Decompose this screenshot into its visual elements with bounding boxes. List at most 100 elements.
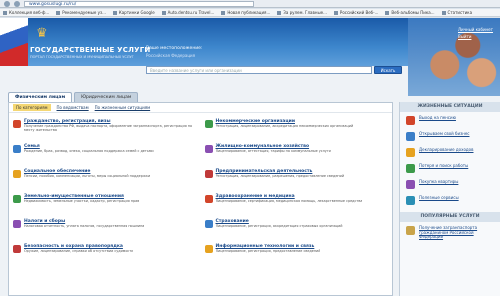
life-situation-icon <box>406 196 415 205</box>
category-item[interactable]: Страхование Лицензирование, регистрация, … <box>204 219 389 241</box>
bookmark-item[interactable]: Коллекция веб-ф... <box>3 10 49 15</box>
forward-icon[interactable] <box>14 0 20 7</box>
audience-tabs: Физическим лицам Юридическим лицам <box>8 92 139 102</box>
bookmark-icon <box>221 11 226 15</box>
bookmarks-bar: Коллекция веб-ф... Рекомендуемые уз... Кар… <box>0 9 500 17</box>
category-item[interactable]: Жилищно-коммунальное хозяйство Лицензиров… <box>204 144 389 166</box>
category-description: Оружие, лицензирование, справки об отсут… <box>24 249 134 253</box>
url-input[interactable]: www.gosuslugi.ru/ru/ <box>24 0 254 7</box>
category-item[interactable]: Предпринимательская деятельность Регистра… <box>204 169 389 191</box>
catalog-panel: По категориям По ведомствам По жизненным… <box>8 102 393 296</box>
life-situation-item[interactable]: Декларирование доходов <box>400 144 500 160</box>
bookmark-icon <box>333 11 338 15</box>
bookmark-item[interactable]: Статистика <box>441 10 473 15</box>
category-description: Рождение, брак, развод, опека, социальна… <box>24 149 154 153</box>
category-icon <box>204 145 213 153</box>
bookmark-label: Статистика <box>447 10 473 15</box>
life-situation-label: Открываем свой бизнес <box>419 131 470 136</box>
category-description: Пенсии, пособия, компенсации, льготы, ме… <box>24 174 151 178</box>
life-situation-item[interactable]: Полезные сервисы <box>400 192 500 208</box>
category-icon <box>204 245 213 253</box>
search-input[interactable]: Введите название услуги или организации <box>146 66 372 74</box>
category-description: Лицензирование, регистрация, предоставле… <box>215 249 321 253</box>
life-situation-label: Полезные сервисы <box>419 195 459 200</box>
category-item[interactable]: Информационные технологии и связь Лицензи… <box>204 244 389 266</box>
bookmark-item[interactable]: Рекомендуемые уз... <box>56 10 106 15</box>
category-item[interactable]: Некоммерческие организации Регистрация, л… <box>204 119 389 141</box>
category-item[interactable]: Безопасность и охрана правопорядка Оружие… <box>13 244 197 266</box>
category-item[interactable]: Социальное обеспечение Пенсии, пособия, к… <box>13 169 197 191</box>
category-icon <box>13 220 21 228</box>
life-situation-item[interactable]: Выход на пенсию <box>400 112 500 128</box>
bookmark-item[interactable]: Веб-альбомы Пика... <box>385 10 435 15</box>
category-item[interactable]: Земельно-имущественные отношения Недвижим… <box>13 194 197 216</box>
category-column-left: Гражданство, регистрация, визы Получение … <box>13 119 197 269</box>
bookmark-label: Новая публикация... <box>227 10 271 15</box>
site-header: ♛ ГОСУДАРСТВЕННЫЕ УСЛУГИ ПОРТАЛ ГОСУДАРС… <box>0 18 500 96</box>
category-description: Недвижимость, земельные участки, кадастр… <box>24 199 140 203</box>
life-situation-item[interactable]: Потеря и поиск работы <box>400 160 500 176</box>
bookmark-item[interactable]: За рулем. Главные... <box>277 10 327 15</box>
category-item[interactable]: Семья Рождение, брак, развод, опека, соци… <box>13 144 197 166</box>
back-icon[interactable] <box>4 0 10 7</box>
category-item[interactable]: Здравоохранение и медицина Лицензирование… <box>204 194 389 216</box>
document-icon <box>406 226 415 235</box>
life-situation-item[interactable]: Открываем свой бизнес <box>400 128 500 144</box>
bookmark-icon <box>277 11 282 15</box>
emblem-icon: ♛ <box>36 26 48 41</box>
bookmark-icon <box>385 11 390 15</box>
category-description: Налоговая отчетность, уплата налогов, го… <box>24 224 145 228</box>
bookmark-icon <box>3 11 7 15</box>
category-description: Лицензирование, регистрация, аккредитаци… <box>215 224 343 228</box>
category-icon <box>204 170 213 178</box>
bookmark-label: Российский Веб-... <box>339 10 379 15</box>
category-description: Лицензирование, аттестация, тарифы на ко… <box>215 149 331 153</box>
subtab-life-situations[interactable]: По жизненным ситуациям <box>95 105 151 110</box>
popular-item[interactable]: Получение загранпаспорта гражданином Рос… <box>400 222 500 239</box>
category-icon <box>13 145 21 153</box>
subtab-agencies[interactable]: По ведомствам <box>57 105 89 110</box>
life-situation-icon <box>406 148 415 157</box>
search-button[interactable]: Искать <box>374 66 402 74</box>
flag-icon <box>0 18 28 66</box>
catalog-subtabs: По категориям По ведомствам По жизненным… <box>9 103 392 113</box>
bookmark-icon <box>161 11 166 15</box>
category-icon <box>204 220 213 228</box>
life-situation-icon <box>406 164 415 173</box>
logout-link[interactable]: Выйти <box>458 34 471 39</box>
life-situation-icon <box>406 180 415 189</box>
tab-individuals[interactable]: Физическим лицам <box>8 92 73 102</box>
bookmark-label: Auto.dentsu.ru Travel... <box>167 10 215 15</box>
bookmark-label: Картинки Google <box>118 10 155 15</box>
bookmark-item[interactable]: Новая публикация... <box>221 10 270 15</box>
location-label: Ваше местоположение: <box>146 46 203 51</box>
category-item[interactable]: Гражданство, регистрация, визы Получение … <box>13 119 197 141</box>
life-situations-header: ЖИЗНЕННЫЕ СИТУАЦИИ <box>400 102 500 112</box>
address-bar: www.gosuslugi.ru/ru/ <box>0 0 500 8</box>
bookmark-item[interactable]: Российский Веб-... <box>333 10 379 15</box>
life-situations-panel: ЖИЗНЕННЫЕ СИТУАЦИИ Выход на пенсию Открыв… <box>399 102 500 296</box>
bookmark-item[interactable]: Auto.dentsu.ru Travel... <box>161 10 215 15</box>
category-description: Получение гражданства РФ, выдача паспорт… <box>24 124 193 132</box>
life-situation-item[interactable]: Покупка квартиры <box>400 176 500 192</box>
bookmark-item[interactable]: Картинки Google <box>112 10 155 15</box>
bookmark-label: Рекомендуемые уз... <box>62 10 106 15</box>
site: ♛ ГОСУДАРСТВЕННЫЕ УСЛУГИ ПОРТАЛ ГОСУДАРС… <box>0 18 500 296</box>
life-situation-label: Покупка квартиры <box>419 179 459 184</box>
tab-legal-entities[interactable]: Юридическим лицам <box>74 92 139 102</box>
category-description: Регистрация, лицензирование, разрешения,… <box>215 174 345 178</box>
location-value[interactable]: Российская Федерация <box>146 53 195 58</box>
bookmark-icon <box>56 11 61 15</box>
site-subtitle: ПОРТАЛ ГОСУДАРСТВЕННЫХ И МУНИЦИПАЛЬНЫХ У… <box>30 55 134 59</box>
popular-header: ПОПУЛЯРНЫЕ УСЛУГИ <box>400 212 500 222</box>
life-situation-icon <box>406 132 415 141</box>
bookmark-icon <box>441 11 446 15</box>
subtab-categories[interactable]: По категориям <box>13 104 51 111</box>
life-situation-label: Потеря и поиск работы <box>419 163 469 168</box>
cabinet-link[interactable]: Личный кабинет <box>458 27 493 32</box>
bookmark-label: Веб-альбомы Пика... <box>391 10 435 15</box>
site-title[interactable]: ГОСУДАРСТВЕННЫЕ УСЛУГИ <box>30 46 150 54</box>
category-item[interactable]: Налоги и сборы Налоговая отчетность, упла… <box>13 219 197 241</box>
bookmark-label: Коллекция веб-ф... <box>9 10 50 15</box>
category-icon <box>204 195 213 203</box>
